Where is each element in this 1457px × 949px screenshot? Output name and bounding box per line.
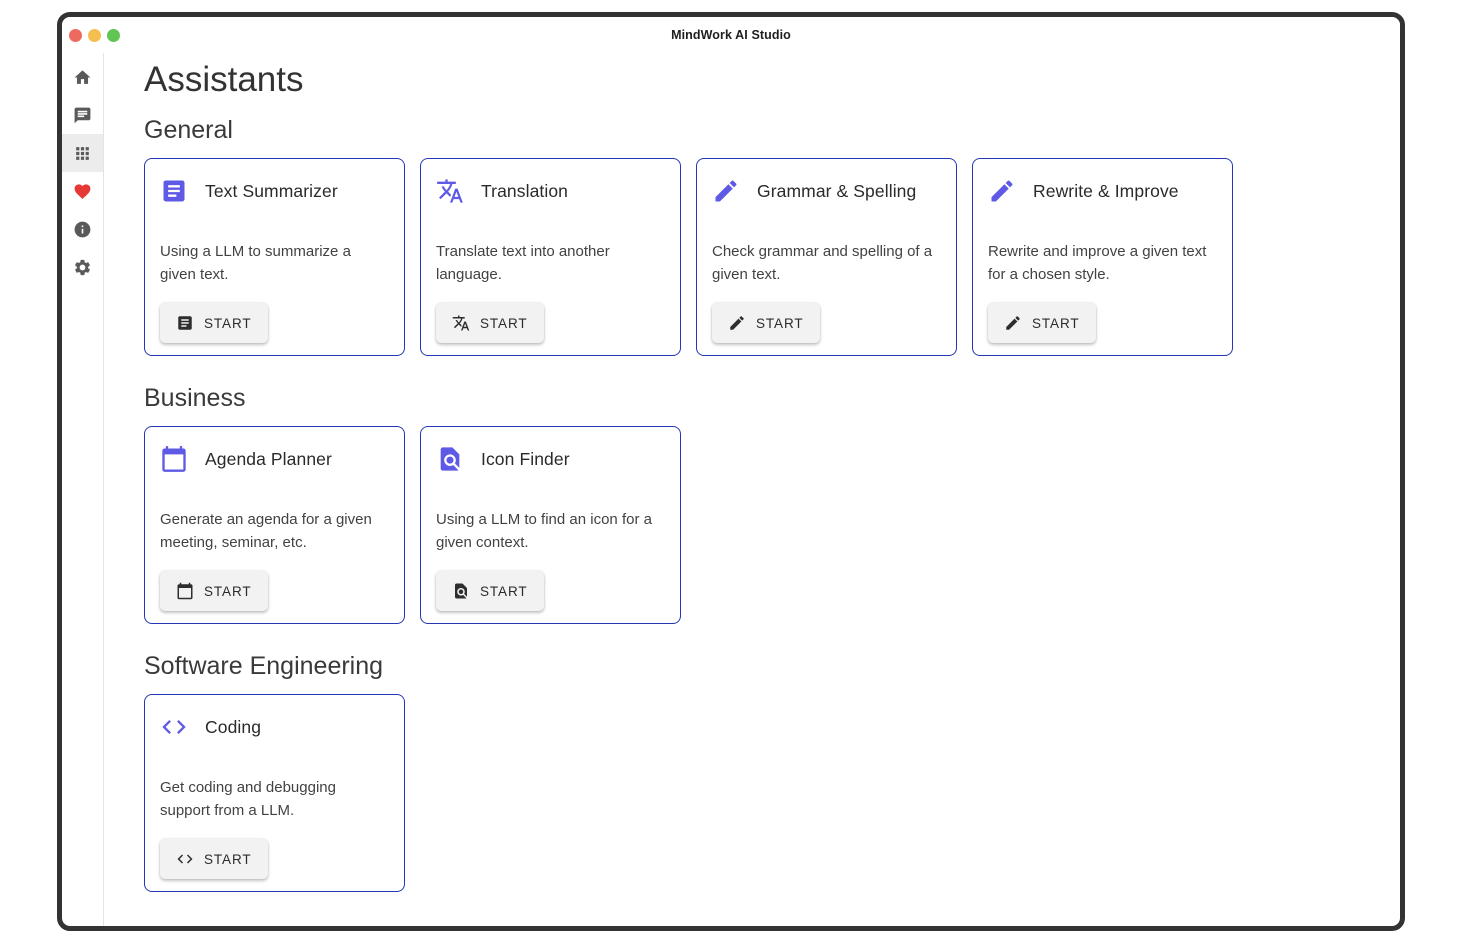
traffic-lights — [69, 17, 120, 53]
section: Software Engineering Coding Get coding and… — [144, 651, 1376, 892]
sidebar-item-chat[interactable] — [62, 96, 103, 134]
start-button-label: START — [480, 584, 528, 599]
card-title: Text Summarizer — [205, 181, 338, 202]
assistant-card: Translation Translate text into another l… — [420, 158, 681, 356]
card-description: Using a LLM to find an icon for a given … — [436, 509, 664, 554]
pencil-icon — [712, 177, 740, 205]
page-title: Assistants — [144, 59, 1376, 100]
window-title: MindWork AI Studio — [671, 28, 791, 42]
start-button-label: START — [756, 316, 804, 331]
find-in-page-icon — [452, 582, 470, 600]
assistant-card: Text Summarizer Using a LLM to summarize … — [144, 158, 405, 356]
window-body: Assistants General Text Summarizer Using a… — [62, 53, 1400, 926]
sidebar-item-settings[interactable] — [62, 248, 103, 286]
assistant-card: Agenda Planner Generate an agenda for a g… — [144, 426, 405, 624]
card-title: Agenda Planner — [205, 449, 332, 470]
card-grid: Coding Get coding and debugging support f… — [144, 694, 1376, 892]
start-button[interactable]: START — [436, 303, 544, 343]
card-title: Icon Finder — [481, 449, 570, 470]
chat-icon — [73, 106, 92, 125]
article-icon — [160, 177, 188, 205]
card-header: Translation — [436, 177, 665, 205]
card-header: Rewrite & Improve — [988, 177, 1217, 205]
section-title: Software Engineering — [144, 651, 1376, 681]
start-button[interactable]: START — [160, 839, 268, 879]
card-header: Coding — [160, 713, 389, 741]
close-window-button[interactable] — [69, 29, 82, 42]
zoom-window-button[interactable] — [107, 29, 120, 42]
card-header: Icon Finder — [436, 445, 665, 473]
pencil-icon — [1004, 314, 1022, 332]
sidebar — [62, 53, 104, 926]
calendar-icon — [176, 582, 194, 600]
start-button-label: START — [204, 316, 252, 331]
sidebar-item-assistants[interactable] — [62, 134, 103, 172]
assistant-card: Rewrite & Improve Rewrite and improve a g… — [972, 158, 1233, 356]
card-title: Grammar & Spelling — [757, 181, 916, 202]
card-header: Agenda Planner — [160, 445, 389, 473]
assistant-card: Coding Get coding and debugging support f… — [144, 694, 405, 892]
section-title: Business — [144, 383, 1376, 413]
pencil-icon — [988, 177, 1016, 205]
start-button[interactable]: START — [988, 303, 1096, 343]
card-grid: Agenda Planner Generate an agenda for a g… — [144, 426, 1376, 624]
card-title: Coding — [205, 717, 261, 738]
section: General Text Summarizer Using a LLM to sum… — [144, 115, 1376, 356]
card-description: Check grammar and spelling of a given te… — [712, 241, 940, 286]
start-button-label: START — [1032, 316, 1080, 331]
start-button[interactable]: START — [160, 303, 268, 343]
screenshot-stage: MindWork AI Studio Assistants General Tex… — [0, 0, 1457, 949]
calendar-icon — [160, 445, 188, 473]
sidebar-item-favorites[interactable] — [62, 172, 103, 210]
heart-icon — [73, 182, 92, 201]
translate-icon — [452, 314, 470, 332]
apps-grid-icon — [73, 144, 92, 163]
start-button[interactable]: START — [436, 571, 544, 611]
main-content: Assistants General Text Summarizer Using a… — [104, 53, 1400, 926]
card-title: Translation — [481, 181, 568, 202]
card-description: Using a LLM to summarize a given text. — [160, 241, 388, 286]
start-button-label: START — [204, 584, 252, 599]
card-grid: Text Summarizer Using a LLM to summarize … — [144, 158, 1376, 356]
info-icon — [73, 220, 92, 239]
start-button[interactable]: START — [160, 571, 268, 611]
card-description: Generate an agenda for a given meeting, … — [160, 509, 388, 554]
card-title: Rewrite & Improve — [1033, 181, 1179, 202]
section: Business Agenda Planner Generate an agenda… — [144, 383, 1376, 624]
home-icon — [73, 68, 92, 87]
code-icon — [160, 713, 188, 741]
assistant-card: Grammar & Spelling Check grammar and spel… — [696, 158, 957, 356]
assistant-sections: General Text Summarizer Using a LLM to sum… — [144, 115, 1376, 892]
card-header: Grammar & Spelling — [712, 177, 941, 205]
app-window: MindWork AI Studio Assistants General Tex… — [57, 12, 1405, 931]
sidebar-item-home[interactable] — [62, 58, 103, 96]
card-description: Translate text into another language. — [436, 241, 664, 286]
sidebar-item-about[interactable] — [62, 210, 103, 248]
titlebar: MindWork AI Studio — [62, 17, 1400, 53]
section-title: General — [144, 115, 1376, 145]
start-button-label: START — [480, 316, 528, 331]
pencil-icon — [728, 314, 746, 332]
start-button-label: START — [204, 852, 252, 867]
card-header: Text Summarizer — [160, 177, 389, 205]
gear-icon — [73, 258, 92, 277]
article-icon — [176, 314, 194, 332]
card-description: Rewrite and improve a given text for a c… — [988, 241, 1216, 286]
assistant-card: Icon Finder Using a LLM to find an icon f… — [420, 426, 681, 624]
find-in-page-icon — [436, 445, 464, 473]
code-icon — [176, 850, 194, 868]
start-button[interactable]: START — [712, 303, 820, 343]
minimize-window-button[interactable] — [88, 29, 101, 42]
card-description: Get coding and debugging support from a … — [160, 777, 388, 822]
translate-icon — [436, 177, 464, 205]
